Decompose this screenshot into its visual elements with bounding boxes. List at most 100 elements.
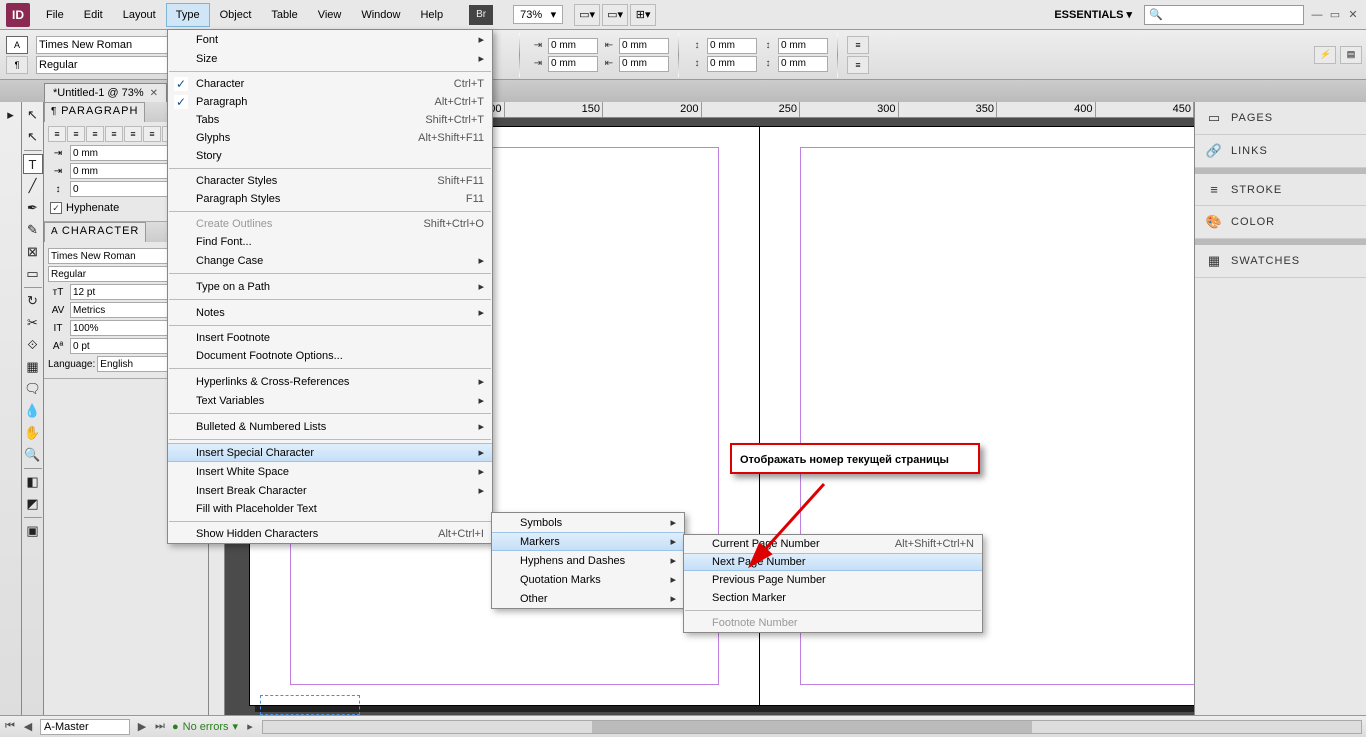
menu-help[interactable]: Help: [410, 3, 453, 27]
next-page-button[interactable]: ▶: [136, 720, 148, 733]
collapse-strip[interactable]: ▸: [0, 102, 22, 715]
submenu-item-other[interactable]: Other▸: [492, 589, 684, 608]
arrange-docs[interactable]: ⊞▾: [630, 4, 656, 26]
selection-tool[interactable]: ↖: [23, 105, 43, 125]
menu-object[interactable]: Object: [210, 3, 262, 27]
swatches-panel[interactable]: ▦SWATCHES: [1195, 245, 1366, 278]
menu-layout[interactable]: Layout: [113, 3, 166, 27]
menu-item-insert-footnote[interactable]: Insert Footnote: [168, 329, 492, 347]
menu-item-insert-white-space[interactable]: Insert White Space▸: [168, 462, 492, 481]
align-left[interactable]: ≡: [48, 126, 66, 142]
pen-tool[interactable]: ✒: [23, 198, 43, 218]
open-button[interactable]: ▸: [244, 720, 256, 733]
rectangle-tool[interactable]: ▭: [23, 264, 43, 284]
char-formatting-icon[interactable]: A: [6, 36, 28, 54]
minimize-button[interactable]: —: [1310, 8, 1324, 22]
bullets-icon[interactable]: ≡: [847, 36, 869, 54]
justify-left[interactable]: ≡: [105, 126, 123, 142]
hyphenate-checkbox[interactable]: ✓: [50, 202, 62, 214]
submenu-item-quotation-marks[interactable]: Quotation Marks▸: [492, 570, 684, 589]
menu-item-text-variables[interactable]: Text Variables▸: [168, 391, 492, 410]
hand-tool[interactable]: ✋: [23, 423, 43, 443]
menu-item-hyperlinks-cross-references[interactable]: Hyperlinks & Cross-References▸: [168, 372, 492, 391]
first-page-button[interactable]: ⏮: [4, 720, 16, 733]
submenu-item-markers[interactable]: Markers▸: [492, 532, 684, 551]
line-tool[interactable]: ╱: [23, 176, 43, 196]
pages-panel[interactable]: ▭PAGES: [1195, 102, 1366, 135]
menu-item-character-styles[interactable]: Character StylesShift+F11: [168, 172, 492, 190]
menu-type[interactable]: Type: [166, 3, 210, 27]
space-before[interactable]: 0 mm: [707, 38, 757, 54]
menu-item-tabs[interactable]: TabsShift+Ctrl+T: [168, 111, 492, 129]
menu-item-fill-with-placeholder-text[interactable]: Fill with Placeholder Text: [168, 500, 492, 518]
menu-item-paragraph[interactable]: ✓ParagraphAlt+Ctrl+T: [168, 93, 492, 111]
horizontal-scrollbar[interactable]: [262, 720, 1362, 734]
menu-file[interactable]: File: [36, 3, 74, 27]
paragraph-tab[interactable]: ¶ PARAGRAPH: [44, 102, 145, 122]
view-mode-1[interactable]: ▭▾: [574, 4, 600, 26]
menu-item-insert-break-character[interactable]: Insert Break Character▸: [168, 481, 492, 500]
last-line[interactable]: 0 mm: [619, 56, 669, 72]
menu-item-story[interactable]: Story: [168, 147, 492, 165]
restore-button[interactable]: ▭: [1328, 8, 1342, 22]
space-after[interactable]: 0 mm: [778, 38, 828, 54]
menu-table[interactable]: Table: [261, 3, 307, 27]
rotate-tool[interactable]: ↻: [23, 291, 43, 311]
bridge-icon[interactable]: Br: [469, 5, 493, 25]
stroke-panel[interactable]: ≡STROKE: [1195, 174, 1366, 206]
zoom-level[interactable]: 73%▾: [513, 5, 563, 24]
menu-item-glyphs[interactable]: GlyphsAlt+Shift+F11: [168, 129, 492, 147]
text-frame-selection[interactable]: [260, 695, 360, 715]
indent-right[interactable]: 0 mm: [619, 38, 669, 54]
menu-item-size[interactable]: Size▸: [168, 49, 492, 68]
menu-item-notes[interactable]: Notes▸: [168, 303, 492, 322]
menu-item-character[interactable]: ✓CharacterCtrl+T: [168, 75, 492, 93]
para-formatting-icon[interactable]: ¶: [6, 56, 28, 74]
menu-item-find-font-[interactable]: Find Font...: [168, 233, 492, 251]
expand-icon[interactable]: ▸: [1, 105, 21, 125]
menu-item-paragraph-styles[interactable]: Paragraph StylesF11: [168, 190, 492, 208]
space-before-2[interactable]: 0 mm: [707, 56, 757, 72]
justify-center[interactable]: ≡: [124, 126, 142, 142]
first-line[interactable]: 0 mm: [548, 56, 598, 72]
menu-item-bulleted-numbered-lists[interactable]: Bulleted & Numbered Lists▸: [168, 417, 492, 436]
type-tool[interactable]: T: [23, 154, 43, 174]
menu-item-show-hidden-characters[interactable]: Show Hidden CharactersAlt+Ctrl+I: [168, 525, 492, 543]
document-tab[interactable]: *Untitled-1 @ 73% ✕: [44, 83, 167, 102]
submenu-item-hyphens-and-dashes[interactable]: Hyphens and Dashes▸: [492, 551, 684, 570]
panel-menu-icon[interactable]: ▤: [1340, 46, 1362, 64]
quick-apply-icon[interactable]: ⚡: [1314, 46, 1336, 64]
free-transform-tool[interactable]: ⟐: [23, 335, 43, 355]
menu-item-type-on-a-path[interactable]: Type on a Path▸: [168, 277, 492, 296]
note-tool[interactable]: 🗨: [23, 379, 43, 399]
indent-left[interactable]: 0 mm: [548, 38, 598, 54]
fill-stroke-tool[interactable]: ◧: [23, 472, 43, 492]
font-style-field[interactable]: Regular▾: [36, 56, 176, 74]
zoom-tool[interactable]: 🔍: [23, 445, 43, 465]
menu-view[interactable]: View: [308, 3, 352, 27]
menu-edit[interactable]: Edit: [74, 3, 113, 27]
numbering-icon[interactable]: ≡: [847, 56, 869, 74]
color-panel[interactable]: 🎨COLOR: [1195, 206, 1366, 239]
gradient-tool[interactable]: ▦: [23, 357, 43, 377]
apply-color-tool[interactable]: ◩: [23, 494, 43, 514]
menu-window[interactable]: Window: [351, 3, 410, 27]
preflight-status[interactable]: No errors ▾: [172, 720, 238, 733]
links-panel[interactable]: 🔗LINKS: [1195, 135, 1366, 168]
close-tab-icon[interactable]: ✕: [150, 88, 158, 99]
direct-selection-tool[interactable]: ↖: [23, 127, 43, 147]
markers-item-section-marker[interactable]: Section Marker: [684, 589, 982, 607]
font-family-field[interactable]: Times New Roman▾: [36, 36, 176, 54]
align-center[interactable]: ≡: [67, 126, 85, 142]
justify-right[interactable]: ≡: [143, 126, 161, 142]
page-indicator[interactable]: A-Master: [40, 719, 130, 735]
character-tab[interactable]: A CHARACTER: [44, 222, 146, 242]
menu-item-change-case[interactable]: Change Case▸: [168, 251, 492, 270]
space-after-2[interactable]: 0 mm: [778, 56, 828, 72]
submenu-item-symbols[interactable]: Symbols▸: [492, 513, 684, 532]
prev-page-button[interactable]: ◀: [22, 720, 34, 733]
menu-item-document-footnote-options-[interactable]: Document Footnote Options...: [168, 347, 492, 365]
rectangle-frame-tool[interactable]: ⊠: [23, 242, 43, 262]
scissors-tool[interactable]: ✂: [23, 313, 43, 333]
menu-item-font[interactable]: Font▸: [168, 30, 492, 49]
